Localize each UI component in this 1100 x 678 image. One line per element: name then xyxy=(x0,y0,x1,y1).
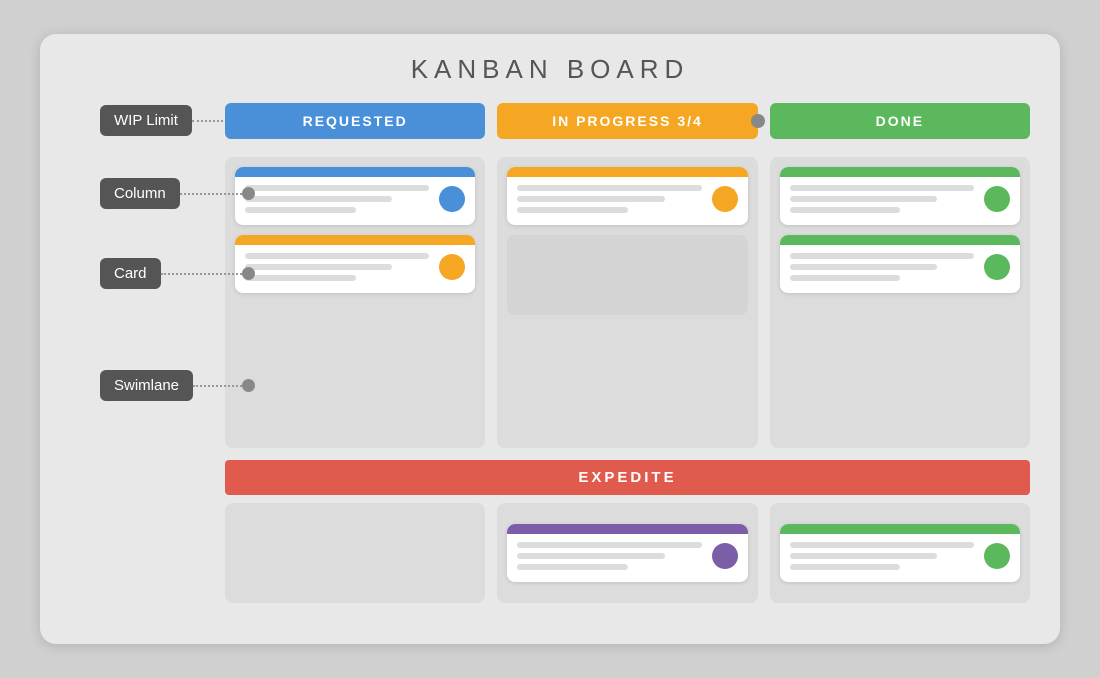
column-label: Column xyxy=(100,178,180,209)
card-top-bar xyxy=(235,235,475,245)
card-line xyxy=(790,264,937,270)
swimlane-section: EXPEDITE xyxy=(225,460,1030,603)
card-avatar-dot xyxy=(439,254,465,280)
inprogress-label: IN PROGRESS 3/4 xyxy=(552,113,703,129)
requested-label: REQUESTED xyxy=(303,113,408,129)
card-dot xyxy=(242,267,255,280)
card-avatar-dot xyxy=(439,186,465,212)
card-dotted-line xyxy=(161,273,242,275)
card-line xyxy=(517,207,628,213)
kanban-card xyxy=(507,524,747,582)
card-top-bar xyxy=(235,167,475,177)
card-top-bar xyxy=(507,524,747,534)
card-top-bar xyxy=(780,524,1020,534)
main-columns-area xyxy=(225,157,1030,448)
card-lines xyxy=(517,542,701,570)
column-header-requested: REQUESTED xyxy=(225,103,485,139)
card-body xyxy=(780,177,1020,213)
swimlane-dot xyxy=(242,379,255,392)
swimlane-requested-col xyxy=(225,503,485,603)
card-line xyxy=(245,253,429,259)
kanban-card xyxy=(780,235,1020,293)
card-body xyxy=(780,245,1020,281)
kanban-card xyxy=(235,235,475,293)
card-body xyxy=(507,177,747,213)
column-header-inprogress: IN PROGRESS 3/4 xyxy=(497,103,757,139)
card-line xyxy=(245,207,356,213)
swimlane-columns-area xyxy=(225,503,1030,603)
column-headers: REQUESTED IN PROGRESS 3/4 DONE xyxy=(225,103,1030,139)
card-label: Card xyxy=(100,258,161,289)
done-label: DONE xyxy=(876,113,924,129)
card-lines xyxy=(245,185,429,213)
card-avatar-dot xyxy=(984,186,1010,212)
card-line xyxy=(790,207,901,213)
card-line xyxy=(517,196,664,202)
card-line xyxy=(517,542,701,548)
column-dot xyxy=(242,187,255,200)
card-body xyxy=(780,534,1020,570)
kanban-card xyxy=(235,167,475,225)
card-line xyxy=(790,275,901,281)
card-body xyxy=(235,177,475,213)
card-line xyxy=(790,196,937,202)
inprogress-column xyxy=(497,157,757,448)
card-line xyxy=(245,275,356,281)
swimlane-dotted-line xyxy=(193,385,242,387)
kanban-card xyxy=(507,167,747,225)
card-lines xyxy=(790,185,974,213)
kanban-card xyxy=(780,167,1020,225)
card-line xyxy=(517,564,628,570)
card-body xyxy=(507,534,747,570)
card-lines xyxy=(790,253,974,281)
wip-limit-dot xyxy=(751,114,765,128)
card-line xyxy=(790,564,901,570)
swimlane-annotation: Swimlane xyxy=(100,370,255,401)
card-line xyxy=(517,553,664,559)
card-lines xyxy=(517,185,701,213)
card-lines xyxy=(245,253,429,281)
swimlane-inprogress-col xyxy=(497,503,757,603)
card-line xyxy=(790,253,974,259)
wip-limit-label: WIP Limit xyxy=(100,105,192,136)
card-top-bar xyxy=(507,167,747,177)
card-top-bar xyxy=(780,235,1020,245)
card-body xyxy=(235,245,475,281)
card-annotation: Card xyxy=(100,258,255,289)
card-line xyxy=(790,553,937,559)
card-avatar-dot xyxy=(712,543,738,569)
kanban-card xyxy=(780,524,1020,582)
swimlane-done-col xyxy=(770,503,1030,603)
card-lines xyxy=(790,542,974,570)
card-line xyxy=(245,264,392,270)
card-line xyxy=(517,185,701,191)
card-line xyxy=(245,196,392,202)
board-title: KANBAN BOARD xyxy=(70,54,1030,85)
done-column xyxy=(770,157,1030,448)
column-header-done: DONE xyxy=(770,103,1030,139)
column-dotted-line xyxy=(180,193,242,195)
card-line xyxy=(245,185,429,191)
swimlane-label: Swimlane xyxy=(100,370,193,401)
card-top-bar xyxy=(780,167,1020,177)
card-avatar-dot xyxy=(984,543,1010,569)
card-avatar-dot xyxy=(712,186,738,212)
requested-column xyxy=(225,157,485,448)
kanban-board: KANBAN BOARD WIP Limit Column Card xyxy=(40,34,1060,644)
card-avatar-dot xyxy=(984,254,1010,280)
column-annotation: Column xyxy=(100,178,255,209)
empty-card-placeholder xyxy=(507,235,747,315)
card-line xyxy=(790,185,974,191)
swimlane-header: EXPEDITE xyxy=(225,460,1030,495)
card-line xyxy=(790,542,974,548)
